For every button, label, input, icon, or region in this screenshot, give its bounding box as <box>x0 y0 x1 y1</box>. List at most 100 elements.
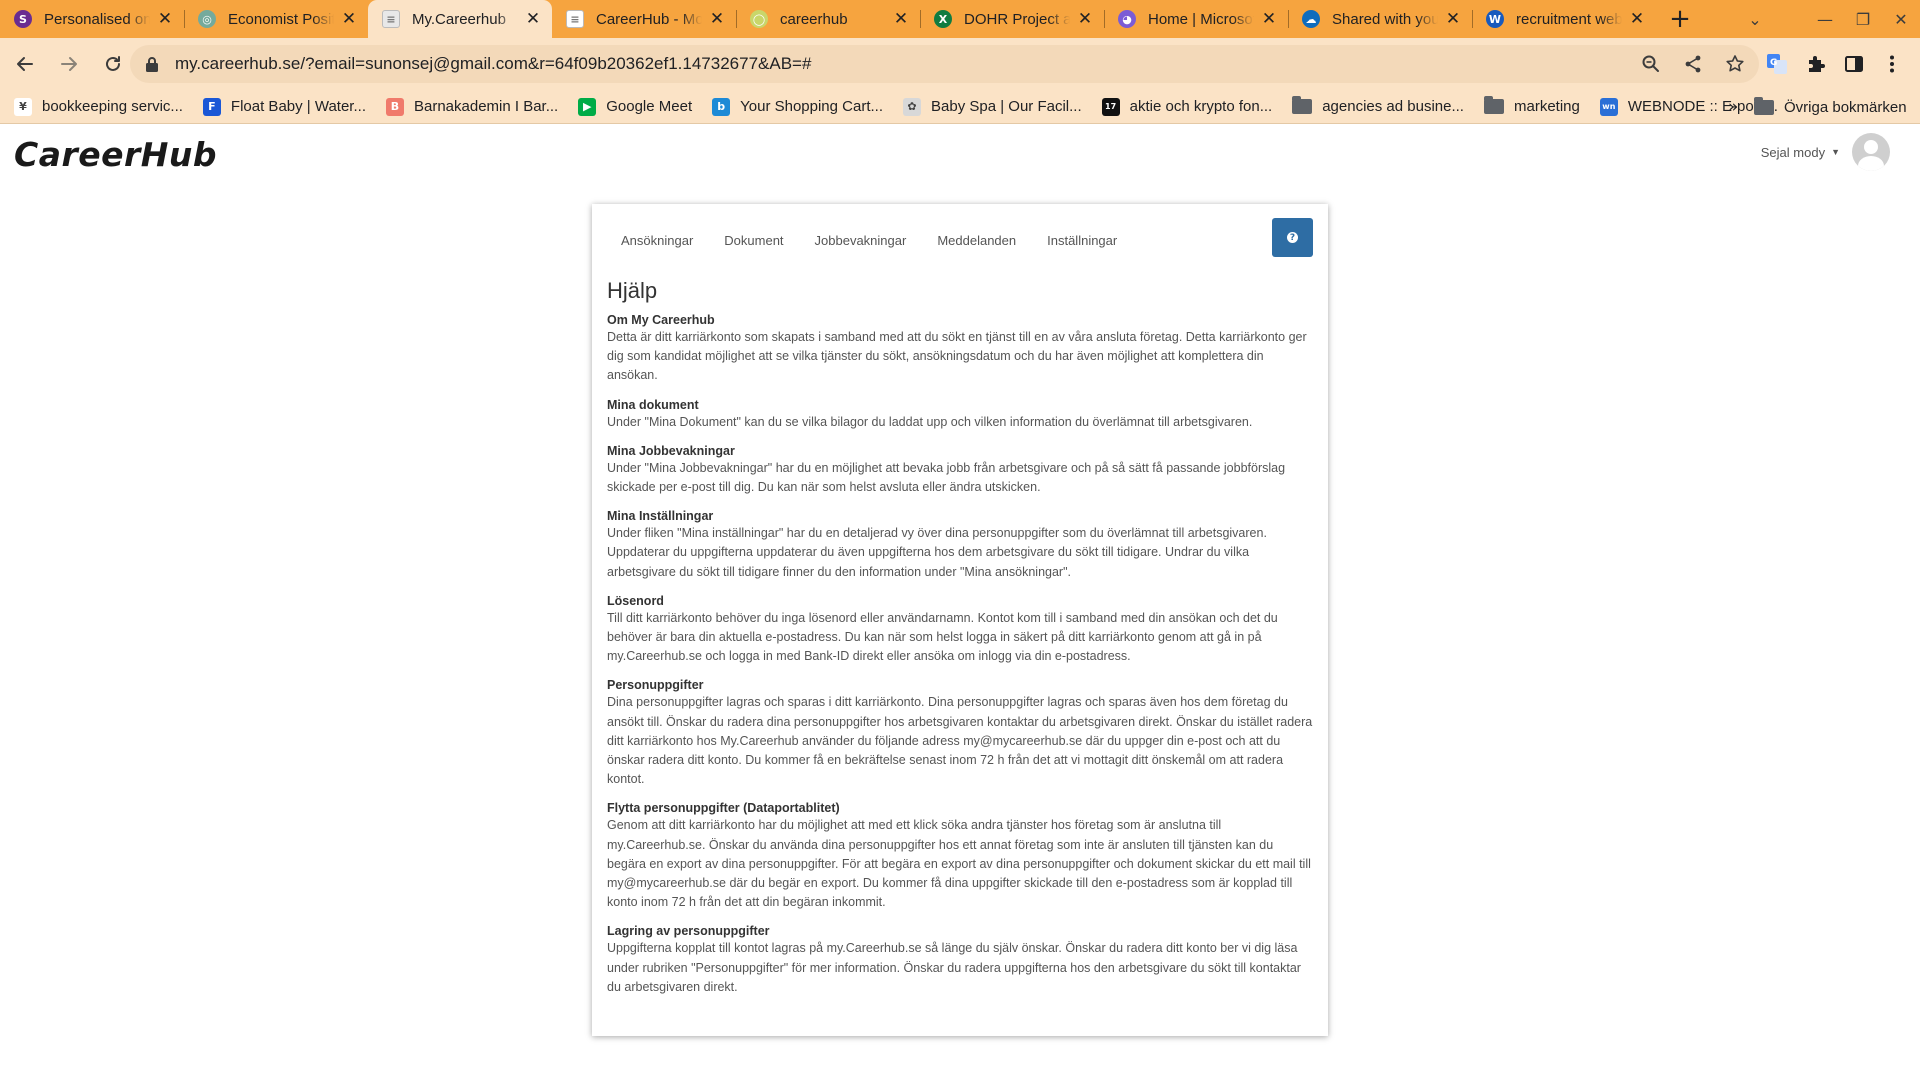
browser-tab-careerhub[interactable]: ◯ careerhub ✕ <box>736 0 920 38</box>
section-body: Uppgifterna kopplat till kontot lagras p… <box>607 941 1301 994</box>
forward-button[interactable] <box>50 45 88 83</box>
side-panel-icon <box>1845 56 1863 72</box>
nav-jobbevakningar[interactable]: Jobbevakningar <box>815 233 907 248</box>
browser-tab-careerhub-modern[interactable]: ≡ CareerHub - Modern ✕ <box>552 0 736 38</box>
nav-meddelanden[interactable]: Meddelanden <box>937 233 1016 248</box>
tab-search-chevron-icon[interactable]: ⌄ <box>1736 10 1774 29</box>
barnakademin-favicon: B <box>385 97 404 116</box>
back-arrow-icon <box>17 57 33 71</box>
close-tab-icon[interactable]: ✕ <box>1260 9 1278 29</box>
bookmark-star-icon[interactable] <box>1725 54 1745 74</box>
tab-title: recruitment website <box>1516 10 1622 28</box>
careerhub-logo[interactable]: CareerHub <box>14 135 217 174</box>
section-heading: Om My Careerhub <box>607 313 715 327</box>
nav-installningar[interactable]: Inställningar <box>1047 233 1117 248</box>
lock-icon[interactable] <box>145 56 159 72</box>
bookmark-label: Your Shopping Cart... <box>740 98 883 115</box>
section-heading: Flytta personuppgifter (Dataportablitet) <box>607 801 840 816</box>
close-tab-icon[interactable]: ✕ <box>1444 9 1462 29</box>
more-bookmarks-chevron[interactable]: » <box>1728 90 1738 124</box>
bookmark-your-shopping-cart[interactable]: b Your Shopping Cart... <box>712 97 883 116</box>
tab-title: Shared with you <box>1332 10 1438 28</box>
bookmark-label: bookkeeping servic... <box>42 98 183 115</box>
folder-icon <box>1483 96 1504 114</box>
onedrive-favicon: ☁ <box>1302 10 1320 28</box>
bookmark-webnode-e-post[interactable]: wn WEBNODE :: E-post... <box>1599 97 1778 116</box>
zoom-icon[interactable] <box>1641 54 1661 74</box>
address-bar[interactable]: my.careerhub.se/?email=sunonsej@gmail.co… <box>130 45 1759 83</box>
browser-tab-recruitment-website[interactable]: Wrecruitment website ✕ <box>1472 0 1656 38</box>
bookmark-agencies-ad-busine[interactable]: agencies ad busine... <box>1292 96 1464 115</box>
close-window-button[interactable]: ✕ <box>1882 10 1920 29</box>
section-heading: Mina Jobbevakningar <box>607 443 735 458</box>
browser-tab-my-careerhub[interactable]: ≡ My.Careerhub ✕ <box>368 0 552 38</box>
side-panel-button[interactable] <box>1843 38 1865 90</box>
folder-icon <box>1292 96 1313 114</box>
close-tab-icon[interactable]: ✕ <box>524 9 542 29</box>
chrome-menu-button[interactable] <box>1881 38 1903 90</box>
section-body: Under "Mina Jobbevakningar" har du en mö… <box>607 460 1286 495</box>
bookmark-baby-spa-our-facil[interactable]: ✿ Baby Spa | Our Facil... <box>903 97 1082 116</box>
page-title: Hjälp <box>607 278 658 303</box>
bookmark-label: marketing <box>1513 98 1580 115</box>
forward-arrow-icon <box>61 57 77 71</box>
svg-text:G: G <box>1770 58 1777 68</box>
tab-title: Personalised online <box>44 10 150 28</box>
bookmark-aktie-och-krypto-fon[interactable]: 17 aktie och krypto fon... <box>1101 97 1273 116</box>
back-button[interactable] <box>6 45 44 83</box>
bookmark-label: aktie och krypto fon... <box>1129 98 1273 115</box>
help-button[interactable]: ? <box>1272 218 1313 257</box>
avatar[interactable] <box>1852 133 1890 171</box>
google-translate-extension[interactable]: G <box>1766 38 1788 90</box>
other-bookmarks-folder[interactable]: Övriga bokmärken <box>1754 90 1907 124</box>
browser-tab-shared-with-you[interactable]: ☁ Shared with you ✕ <box>1288 0 1472 38</box>
tab-title: Home | Microsoft 365 <box>1148 10 1254 28</box>
close-tab-icon[interactable]: ✕ <box>1076 9 1094 29</box>
section-body: Till ditt karriärkonto behöver du inga l… <box>607 610 1278 664</box>
kebab-menu-icon <box>1890 55 1894 73</box>
extensions-button[interactable] <box>1805 38 1827 90</box>
section-body: Genom att ditt karriärkonto har du möjli… <box>607 818 1311 910</box>
close-tab-icon[interactable]: ✕ <box>156 9 174 29</box>
user-menu[interactable]: Sejal mody ▼ <box>1761 133 1890 171</box>
url-text[interactable]: my.careerhub.se/?email=sunonsej@gmail.co… <box>175 54 811 74</box>
browser-tab-economist-position[interactable]: ◎ Economist Position ✕ <box>184 0 368 38</box>
bookmark-google-meet[interactable]: ▶ Google Meet <box>578 97 692 116</box>
close-tab-icon[interactable]: ✕ <box>1628 9 1646 29</box>
user-name[interactable]: Sejal mody <box>1761 145 1825 160</box>
tab-list: S Personalised online ✕ ◎ Economist Position… <box>0 0 1656 38</box>
minimize-button[interactable]: — <box>1806 10 1844 29</box>
puzzle-piece-icon <box>1809 56 1825 72</box>
folder-icon <box>1754 96 1774 115</box>
word-favicon: W <box>1486 10 1504 28</box>
bookmark-barnakademin-i-bar[interactable]: B Barnakademin I Bar... <box>385 97 559 116</box>
caret-down-icon[interactable]: ▼ <box>1831 147 1840 157</box>
new-tab-button[interactable]: + <box>1662 0 1698 38</box>
nav-ansokningar[interactable]: Ansökningar <box>621 233 693 248</box>
bookmark-float-baby-water[interactable]: F Float Baby | Water... <box>202 97 366 116</box>
browser-tab-personalised-online[interactable]: S Personalised online ✕ <box>0 0 184 38</box>
bookmark-label: Baby Spa | Our Facil... <box>931 98 1082 115</box>
float-baby-favicon: F <box>202 97 221 116</box>
microsoft-365-favicon: ◕ <box>1118 10 1136 28</box>
purple-circle-favicon: S <box>14 10 32 28</box>
browser-tab-dohr-project-action[interactable]: X DOHR Project action ✕ <box>920 0 1104 38</box>
browser-tab-home-microsoft-365[interactable]: ◕ Home | Microsoft 365 ✕ <box>1104 0 1288 38</box>
bookmark-label: Float Baby | Water... <box>230 98 366 115</box>
bookmark-label: Barnakademin I Bar... <box>413 98 559 115</box>
tab-title: My.Careerhub <box>412 10 506 28</box>
close-tab-icon[interactable]: ✕ <box>892 9 910 29</box>
share-icon[interactable] <box>1683 54 1703 74</box>
close-tab-icon[interactable]: ✕ <box>708 9 726 29</box>
close-tab-icon[interactable]: ✕ <box>340 9 358 29</box>
bookmark-marketing[interactable]: marketing <box>1483 96 1580 115</box>
restore-button[interactable]: ❐ <box>1844 10 1882 29</box>
bookmark-label: agencies ad busine... <box>1322 98 1464 115</box>
nav-dokument[interactable]: Dokument <box>724 233 783 248</box>
other-bookmarks-label: Övriga bokmärken <box>1784 98 1907 116</box>
address-bar-actions <box>1641 45 1745 83</box>
bookmark-bookkeeping-servic[interactable]: ¥ bookkeeping servic... <box>14 97 183 116</box>
section-body: Detta är ditt karriärkonto som skapats i… <box>607 330 1307 383</box>
tab-title: careerhub <box>780 10 848 28</box>
reload-button[interactable] <box>94 45 132 83</box>
